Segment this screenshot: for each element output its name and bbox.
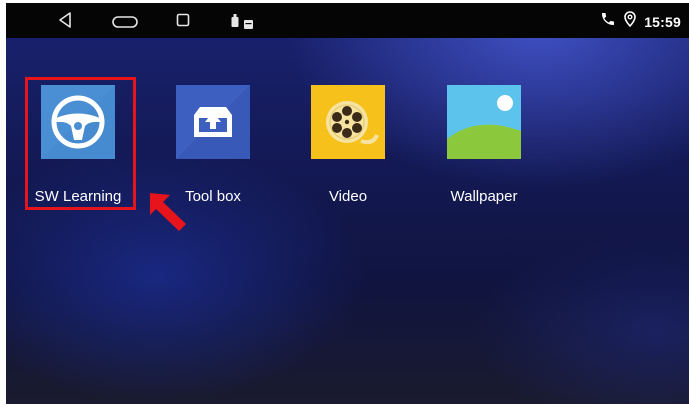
highlight-box	[25, 77, 136, 210]
app-wallpaper[interactable]: Wallpaper	[426, 85, 542, 220]
home-icon[interactable]	[112, 15, 138, 33]
app-label: Wallpaper	[450, 188, 518, 205]
red-arrow-icon	[148, 191, 190, 238]
status-right-group: 15:59	[600, 11, 681, 32]
clock: 15:59	[644, 13, 681, 30]
usb-icon	[231, 14, 239, 32]
film-reel-icon[interactable]	[311, 85, 385, 159]
media-icon	[244, 16, 253, 34]
recent-apps-icon[interactable]	[176, 13, 190, 32]
back-icon[interactable]	[58, 12, 72, 33]
wallpaper-icon[interactable]	[447, 85, 521, 159]
app-video[interactable]: Video	[290, 85, 406, 220]
app-label: Video	[328, 188, 368, 205]
location-icon	[624, 11, 636, 32]
home-screen: 15:59 SW Learning Tool box Video Wallpap…	[6, 3, 689, 404]
status-bar: 15:59	[6, 3, 689, 38]
toolbox-upload-icon[interactable]	[176, 85, 250, 159]
phone-icon	[600, 11, 616, 32]
